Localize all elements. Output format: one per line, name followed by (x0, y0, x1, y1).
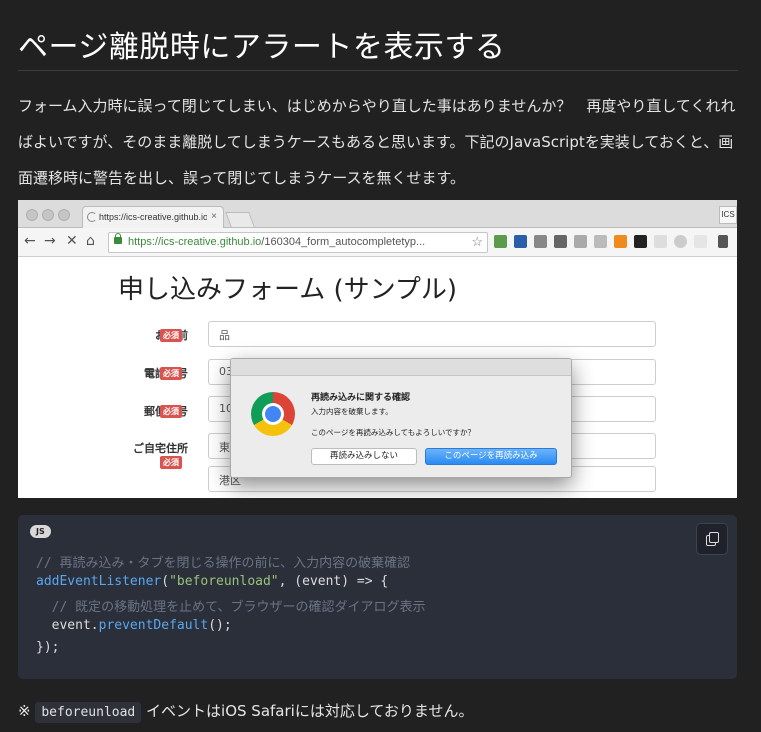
star-icon: ☆ (471, 234, 483, 249)
code-string: "beforeunload" (169, 574, 279, 589)
browser-tab: https://ics-creative.github.io × (82, 206, 224, 228)
code-line-3: // 既定の移動処理を止めて、ブラウザーの確認ダイアログ表示 (36, 596, 426, 615)
extension-icon (694, 235, 707, 248)
compatibility-note: ※ beforeunload イベントはiOS Safariには対応しておりませ… (18, 700, 474, 723)
extension-icon (514, 235, 527, 248)
code-line-5: }); (36, 640, 59, 655)
dialog-titlebar (231, 359, 571, 376)
title-divider (18, 70, 738, 71)
code-block: JS // 再読み込み・タブを閉じる操作の前に、入力内容の破棄確認 addEve… (18, 515, 737, 679)
extension-icon (614, 235, 627, 248)
dialog-message-2: このページを再読み込みしてもよろしいですか？ (311, 428, 476, 437)
reload-page-button: このページを再読み込み (425, 448, 557, 465)
code-line-2: addEventListener("beforeunload", (event)… (36, 574, 388, 589)
code-line-4: event.preventDefault(); (36, 618, 232, 633)
intro-paragraph: フォーム入力時に誤って閉じてしまい、はじめからやり直した事はありませんか？ 再度… (18, 97, 736, 187)
browser-toolbar: ← → ✕ ⌂ https://ics-creative.github.io/1… (18, 228, 737, 257)
browser-screenshot: https://ics-creative.github.io × ICS ← →… (18, 200, 737, 498)
page-title: ページ離脱時にアラートを表示する (18, 30, 506, 65)
forward-icon: → (44, 233, 56, 249)
profile-badge: ICS (719, 206, 737, 224)
extension-icon (654, 235, 667, 248)
url-host: https://ics-creative.github.io (128, 236, 262, 248)
dont-reload-button: 再読み込みしない (311, 448, 417, 465)
note-text: イベントはiOS Safariには対応しておりません。 (141, 702, 474, 720)
code-comment: // 再読み込み・タブを閉じる操作の前に、入力内容の破棄確認 (36, 556, 411, 571)
dialog-message-1: 入力内容を破棄します。 (311, 407, 393, 416)
code-function: addEventListener (36, 574, 162, 589)
address-url: https://ics-creative.github.io/160304_fo… (128, 236, 458, 248)
code-function: preventDefault (98, 618, 209, 633)
window-zoom-dot (58, 209, 70, 221)
chrome-logo-icon (251, 392, 295, 436)
reload-confirm-dialog: 再読み込みに関する確認 入力内容を破棄します。 このページを再読み込みしてもよろ… (230, 358, 572, 478)
browser-tab-title: https://ics-creative.github.io (99, 212, 207, 222)
tab-close-icon: × (211, 211, 217, 222)
stop-icon: ✕ (66, 233, 78, 249)
url-path: /160304_form_autocompletetyp... (261, 236, 426, 248)
code-text: , (event) => { (278, 574, 389, 589)
extension-icon (534, 235, 547, 248)
copy-button[interactable] (696, 523, 728, 555)
required-badge: 必須 (160, 329, 182, 342)
code-text: (); (208, 618, 232, 633)
form-page: 申し込みフォーム (サンプル) お名前 必須 品 電話番号 必須 03 郵便番号… (18, 257, 737, 498)
extension-icon (574, 235, 587, 248)
home-icon: ⌂ (86, 233, 95, 249)
inline-code: beforeunload (35, 702, 142, 723)
new-tab-button (225, 212, 255, 227)
dialog-title: 再読み込みに関する確認 (311, 393, 411, 403)
code-paren: ( (161, 574, 170, 589)
code-text: }); (36, 640, 60, 655)
required-badge: 必須 (160, 405, 182, 418)
code-line-1: // 再読み込み・タブを閉じる操作の前に、入力内容の破棄確認 (36, 552, 410, 571)
extension-icon (674, 235, 687, 248)
extension-icon (594, 235, 607, 248)
extension-icon (634, 235, 647, 248)
loading-icon (87, 212, 97, 222)
extension-icon (494, 235, 507, 248)
lock-icon (114, 233, 122, 244)
code-comment: // 既定の移動処理を止めて、ブラウザーの確認ダイアログ表示 (36, 600, 426, 615)
address-bar: https://ics-creative.github.io/160304_fo… (108, 232, 488, 253)
name-field-value: 品 (219, 329, 230, 342)
back-icon: ← (24, 233, 36, 249)
menu-icon (718, 235, 728, 248)
window-close-dot (26, 209, 38, 221)
browser-tab-bar: https://ics-creative.github.io × ICS (18, 200, 737, 228)
required-badge: 必須 (160, 456, 182, 469)
form-title: 申し込みフォーム (サンプル) (118, 275, 457, 305)
field-label-address: ご自宅住所 (133, 442, 188, 455)
required-badge: 必須 (160, 367, 182, 380)
copy-icon-front (709, 532, 719, 543)
language-badge: JS (30, 525, 51, 538)
note-prefix: ※ (18, 702, 36, 720)
window-minimize-dot (42, 209, 54, 221)
code-text: event. (36, 618, 99, 633)
name-field: 品 (208, 321, 656, 347)
extension-icon (554, 235, 567, 248)
